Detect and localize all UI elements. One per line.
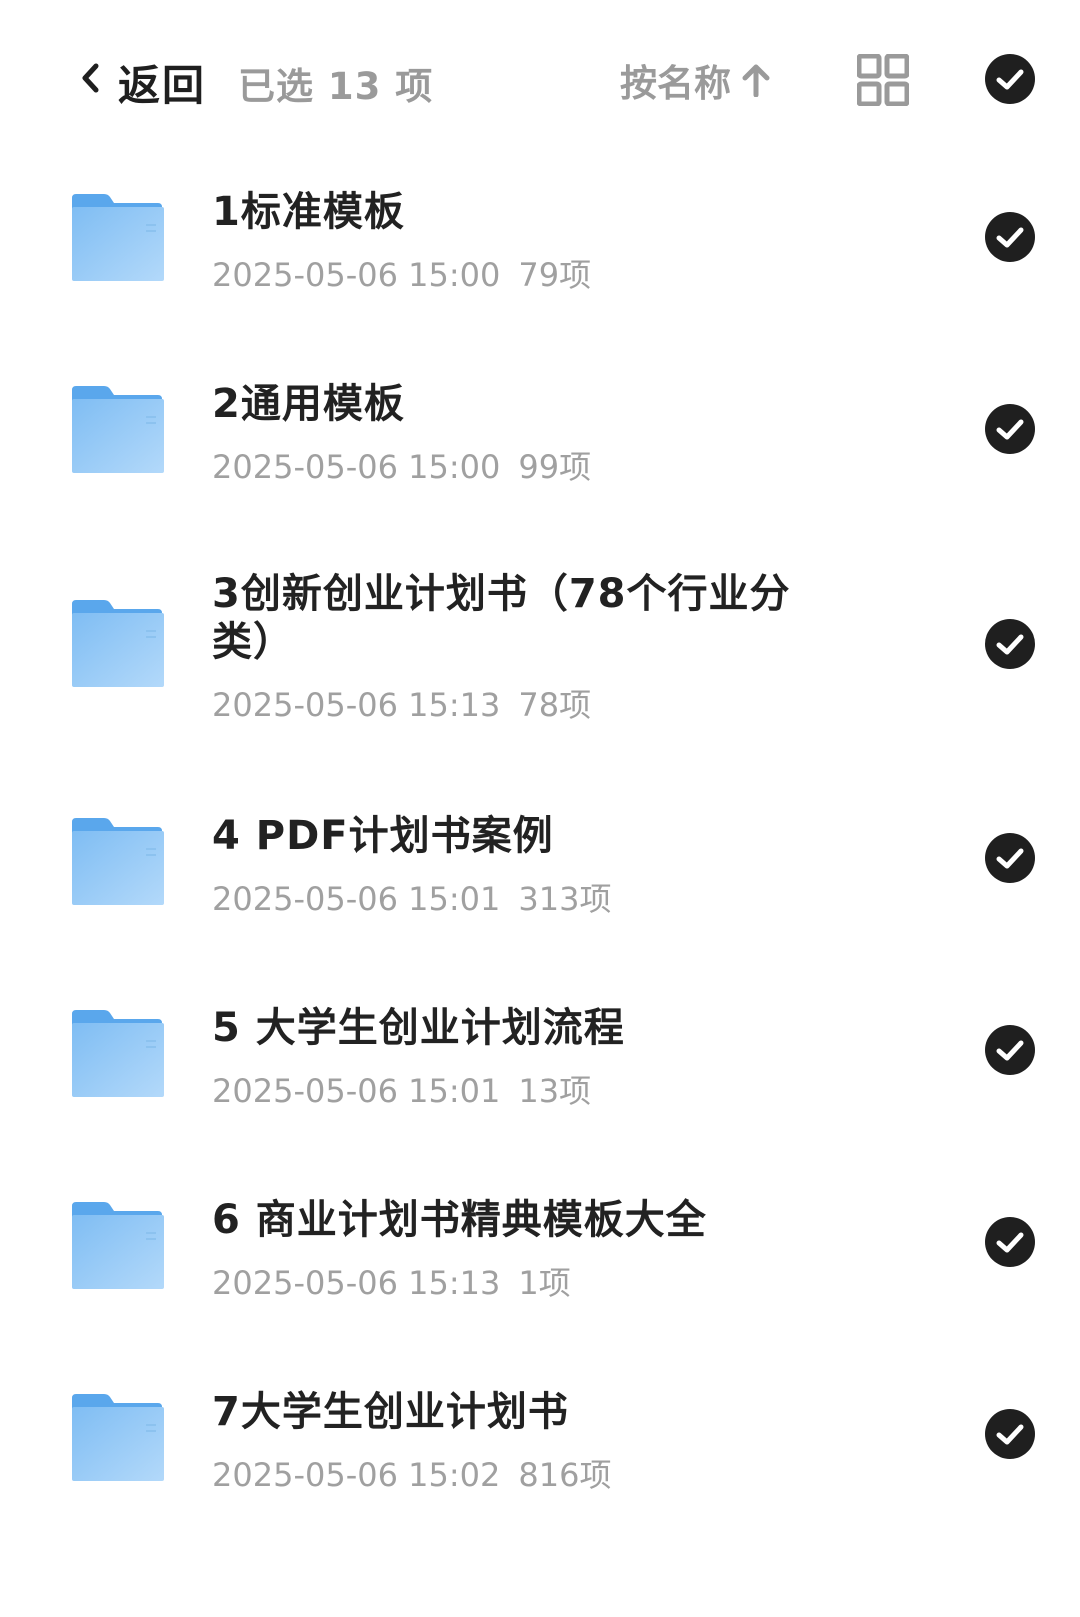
back-chevron-icon[interactable] [80, 63, 102, 93]
folder-meta: 2025-05-06 15:01 13项 [212, 1066, 591, 1112]
file-row[interactable]: 5 大学生创业计划流程 2025-05-06 15:01 13项 [0, 976, 1080, 1168]
grid-view-icon[interactable] [857, 54, 909, 106]
folder-date: 2025-05-06 15:02 [212, 1456, 501, 1494]
folder-icon [70, 1010, 166, 1100]
folder-item-count: 79项 [518, 256, 592, 294]
folder-meta: 2025-05-06 15:00 99项 [212, 442, 591, 488]
selected-check-icon[interactable] [984, 403, 1036, 455]
back-button[interactable]: 返回 [118, 52, 206, 113]
selected-check-icon[interactable] [984, 1216, 1036, 1268]
file-row[interactable]: 3创新创业计划书（78个行业分类） 2025-05-06 15:13 78项 [0, 544, 1080, 784]
folder-icon [70, 818, 166, 908]
folder-name: 4 PDF计划书案例 [212, 813, 554, 859]
folder-item-count: 13项 [518, 1072, 592, 1110]
folder-meta: 2025-05-06 15:13 1项 [212, 1258, 571, 1304]
folder-icon [70, 1394, 166, 1484]
selected-count-label: 已选 13 项 [238, 65, 434, 108]
folder-name: 2通用模板 [212, 381, 405, 427]
file-row[interactable]: 2通用模板 2025-05-06 15:00 99项 [0, 352, 1080, 544]
selected-check-icon[interactable] [984, 211, 1036, 263]
folder-icon [70, 194, 166, 284]
file-row[interactable]: 4 PDF计划书案例 2025-05-06 15:01 313项 [0, 784, 1080, 976]
folder-date: 2025-05-06 15:00 [212, 256, 501, 294]
file-row[interactable]: 1标准模板 2025-05-06 15:00 79项 [0, 160, 1080, 352]
select-all-check-icon[interactable] [984, 53, 1036, 105]
folder-name: 5 大学生创业计划流程 [212, 1005, 625, 1051]
folder-name: 6 商业计划书精典模板大全 [212, 1197, 707, 1243]
folder-icon [70, 1202, 166, 1292]
folder-item-count: 1项 [518, 1264, 571, 1302]
sort-label: 按名称 [620, 62, 731, 105]
folder-date: 2025-05-06 15:13 [212, 1264, 501, 1302]
folder-icon [70, 600, 166, 690]
selected-check-icon[interactable] [984, 1408, 1036, 1460]
arrow-up-icon [742, 64, 770, 97]
file-row[interactable]: 6 商业计划书精典模板大全 2025-05-06 15:13 1项 [0, 1168, 1080, 1360]
folder-date: 2025-05-06 15:01 [212, 880, 501, 918]
folder-item-count: 78项 [518, 686, 592, 724]
file-row[interactable]: 7大学生创业计划书 2025-05-06 15:02 816项 [0, 1360, 1080, 1552]
folder-date: 2025-05-06 15:00 [212, 448, 501, 486]
folder-date: 2025-05-06 15:01 [212, 1072, 501, 1110]
selected-check-icon[interactable] [984, 618, 1036, 670]
folder-meta: 2025-05-06 15:13 78项 [212, 680, 591, 726]
folder-meta: 2025-05-06 15:00 79项 [212, 250, 591, 296]
top-bar: 返回 已选 13 项 按名称 [0, 0, 1080, 160]
folder-meta: 2025-05-06 15:02 816项 [212, 1450, 611, 1496]
selected-check-icon[interactable] [984, 1024, 1036, 1076]
folder-item-count: 313项 [518, 880, 612, 918]
folder-icon [70, 386, 166, 476]
sort-button[interactable]: 按名称 [620, 53, 771, 107]
folder-meta: 2025-05-06 15:01 313项 [212, 874, 611, 920]
folder-name: 7大学生创业计划书 [212, 1389, 569, 1435]
folder-item-count: 99项 [518, 448, 592, 486]
folder-date: 2025-05-06 15:13 [212, 686, 501, 724]
folder-item-count: 816项 [518, 1456, 612, 1494]
selected-check-icon[interactable] [984, 832, 1036, 884]
folder-name: 3创新创业计划书（78个行业分类） [212, 571, 791, 665]
folder-name: 1标准模板 [212, 189, 405, 235]
